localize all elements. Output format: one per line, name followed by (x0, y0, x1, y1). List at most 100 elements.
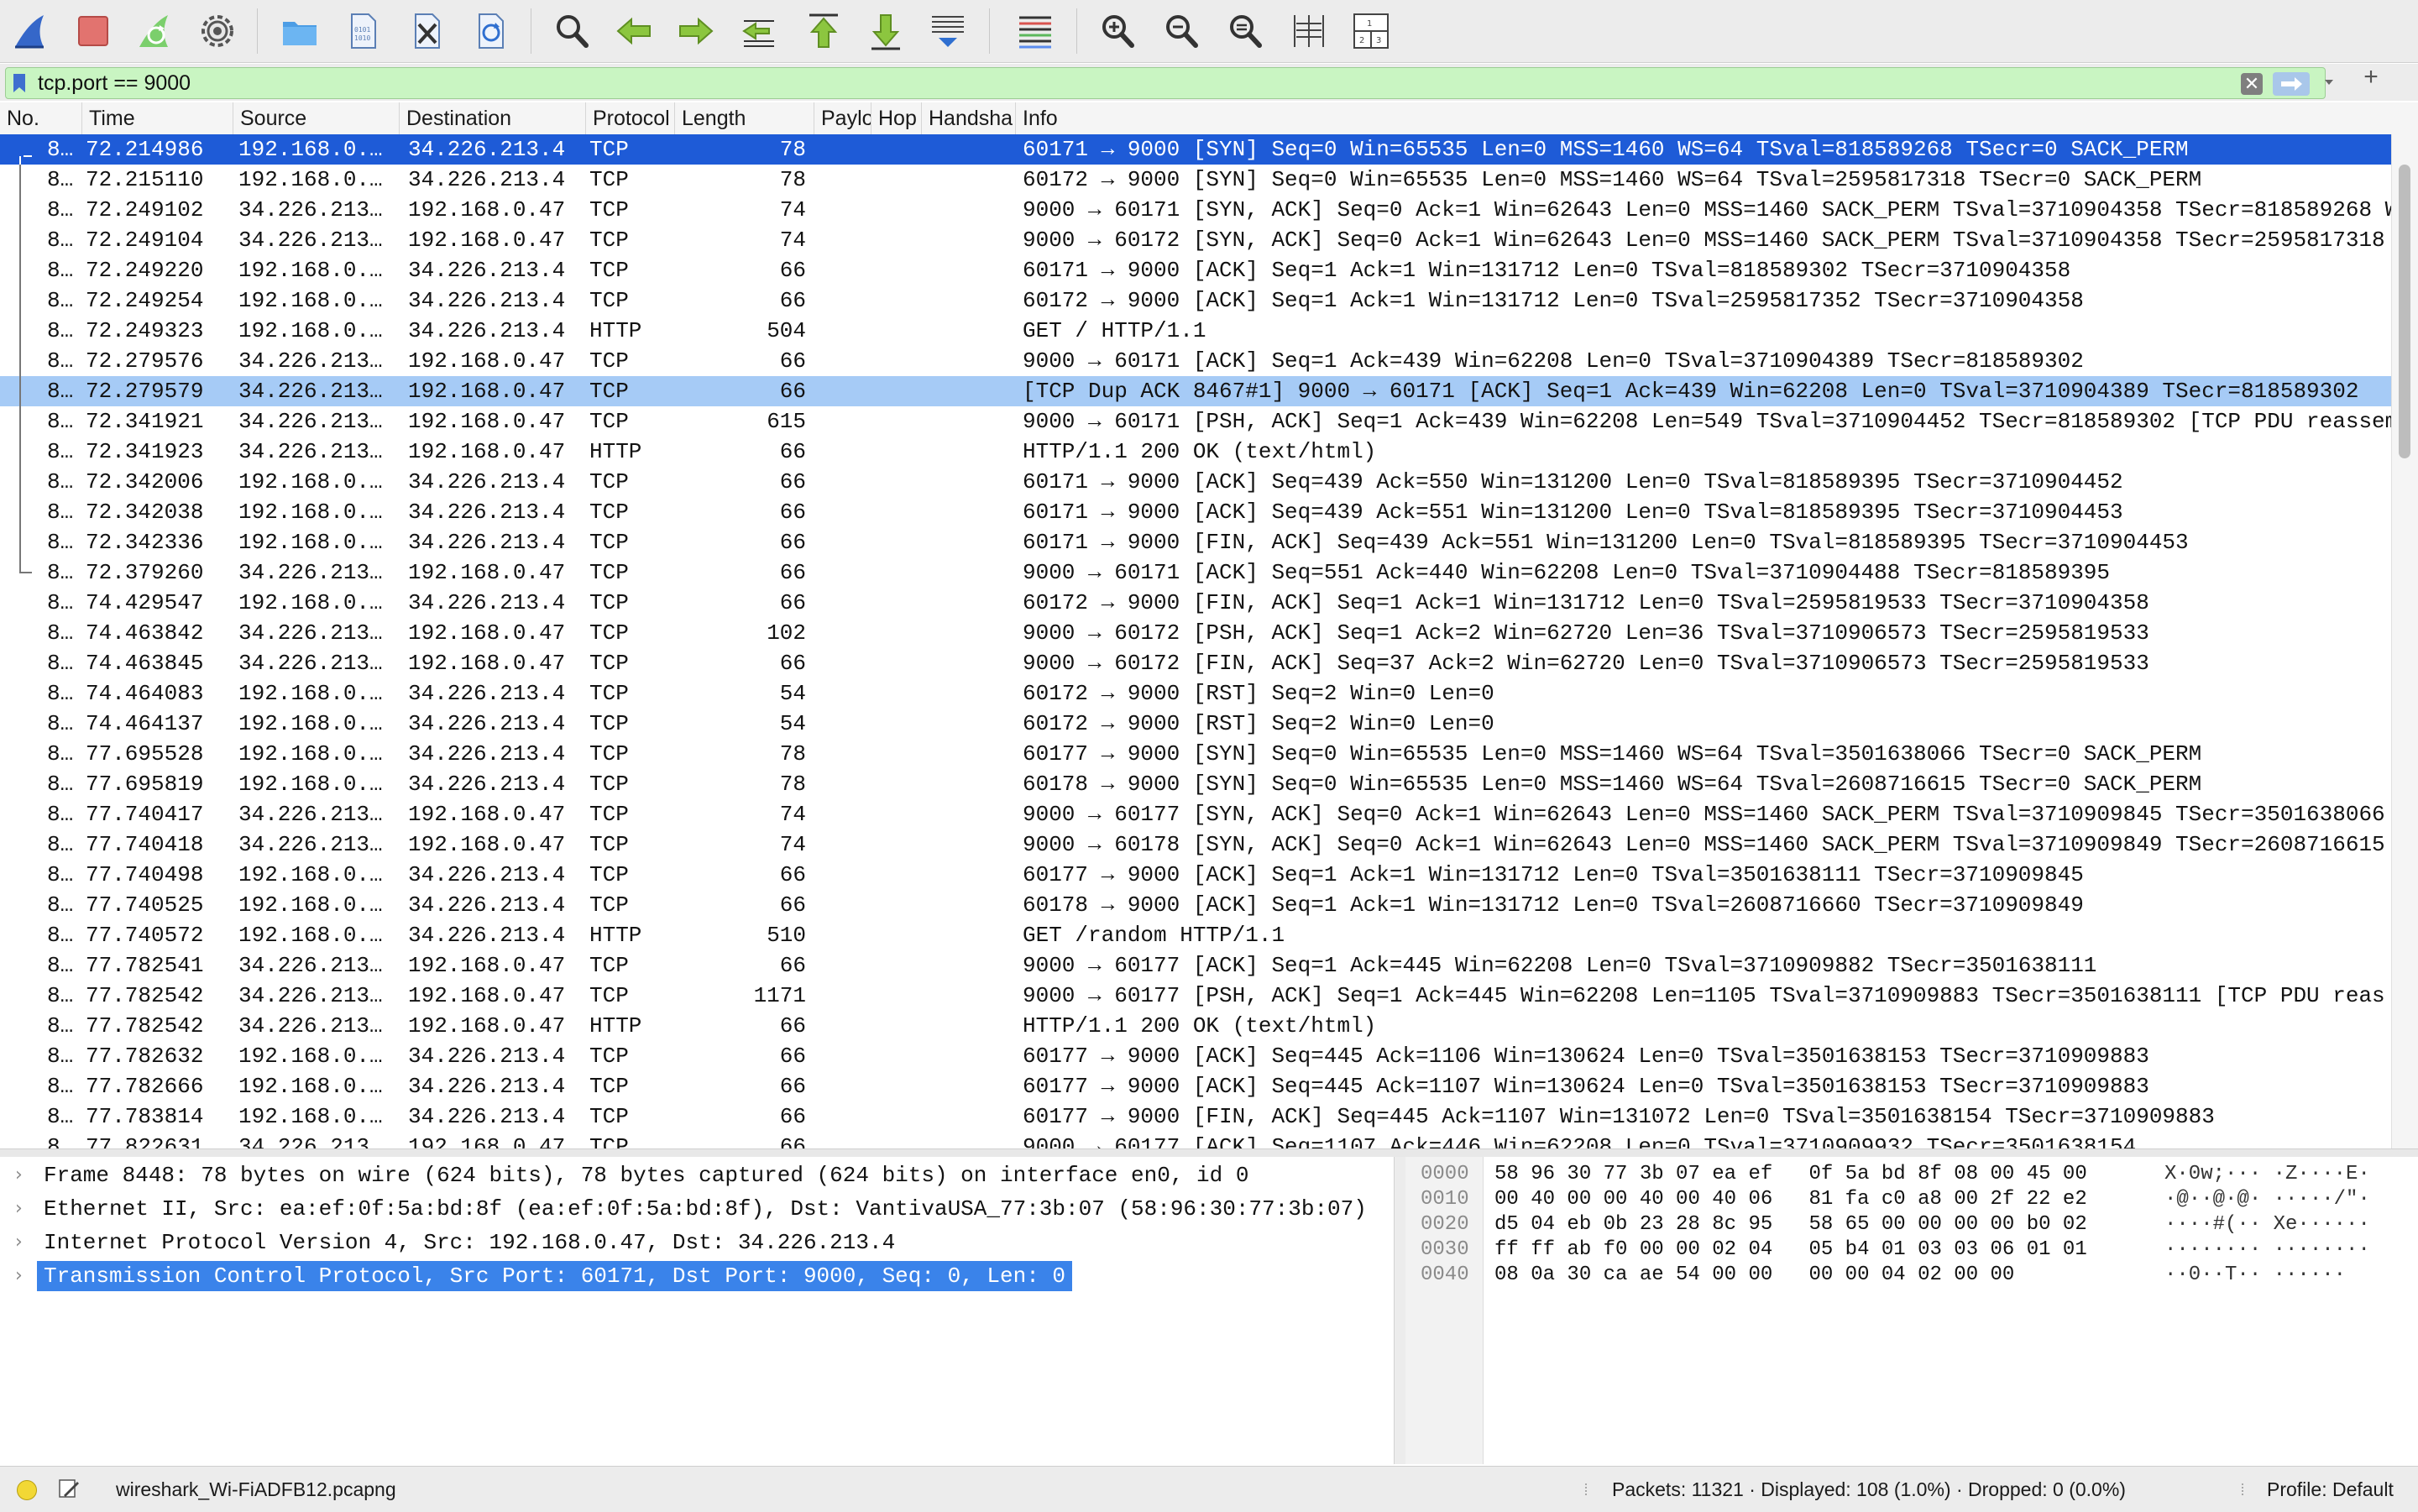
packet-source: 34.226.213… (238, 228, 383, 253)
packet-row[interactable]: 8… 77.822631 34.226.213… 192.168.0.47 TCP 66 9… (0, 1132, 2391, 1148)
chevron-right-icon[interactable]: › (15, 1261, 32, 1291)
packet-row[interactable]: 8… 72.342336 192.168.0.… 34.226.213.4 TCP 66 6… (0, 527, 2391, 557)
detail-tree-item[interactable]: › Internet Protocol Version 4, Src: 192.1… (0, 1227, 1394, 1258)
packet-row[interactable]: 8… 72.341923 34.226.213… 192.168.0.47 HTTP 66… (0, 437, 2391, 467)
packet-row[interactable]: 8… 77.740525 192.168.0.… 34.226.213.4 TCP 66 6… (0, 890, 2391, 920)
packet-row[interactable]: 8… 77.783814 192.168.0.… 34.226.213.4 TCP 66 6… (0, 1101, 2391, 1132)
chevron-right-icon[interactable]: › (15, 1194, 32, 1224)
scrollbar-thumb[interactable] (2399, 165, 2410, 458)
find-packet-button[interactable] (547, 7, 596, 55)
auto-scroll-button[interactable] (924, 7, 972, 55)
bytes-hex[interactable]: 00 40 00 00 40 00 40 06 81 fa c0 a8 00 2… (1494, 1187, 2133, 1212)
packet-row[interactable]: 8… 72.249220 192.168.0.… 34.226.213.4 TCP 66 6… (0, 255, 2391, 285)
apply-filter-button[interactable] (2273, 72, 2310, 96)
zoom-in-button[interactable] (1093, 7, 1142, 55)
go-back-button[interactable] (610, 7, 658, 55)
packet-row[interactable]: 8… 72.279576 34.226.213… 192.168.0.47 TCP 66 9… (0, 346, 2391, 376)
packet-row[interactable]: 8… 72.342038 192.168.0.… 34.226.213.4 TCP 66 6… (0, 497, 2391, 527)
packet-protocol: TCP (589, 1104, 629, 1129)
edit-comment-icon[interactable] (57, 1477, 81, 1500)
chevron-down-icon[interactable] (2323, 76, 2335, 88)
packet-row[interactable]: 8… 72.214986 192.168.0.… 34.226.213.4 TCP 78 6… (0, 134, 2391, 165)
packet-length: 78 (779, 167, 806, 192)
packet-row[interactable]: 8… 72.342006 192.168.0.… 34.226.213.4 TCP 66 6… (0, 467, 2391, 497)
go-first-button[interactable] (799, 7, 848, 55)
packet-row[interactable]: 8… 77.782542 34.226.213… 192.168.0.47 TCP 117… (0, 981, 2391, 1011)
go-forward-button[interactable] (672, 7, 720, 55)
bytes-ascii[interactable]: ··0··T·· ······ (2164, 1263, 2416, 1288)
bytes-hex[interactable]: ff ff ab f0 00 00 02 04 05 b4 01 03 03 0… (1494, 1237, 2133, 1263)
packet-row[interactable]: 8… 77.695528 192.168.0.… 34.226.213.4 TCP 78 6… (0, 739, 2391, 769)
detail-tree-item[interactable]: › Frame 8448: 78 bytes on wire (624 bits)… (0, 1160, 1394, 1190)
restart-capture-button[interactable] (131, 7, 180, 55)
packet-info: GET /random HTTP/1.1 (1023, 923, 1285, 948)
packet-row[interactable]: 8… 74.463845 34.226.213… 192.168.0.47 TCP 66 9… (0, 648, 2391, 678)
detail-tree-item[interactable]: › Ethernet II, Src: ea:ef:0f:5a:bd:8f (ea… (0, 1194, 1394, 1224)
bytes-ascii[interactable]: ········ ········ (2164, 1237, 2416, 1263)
bytes-hex[interactable]: d5 04 eb 0b 23 28 8c 95 58 65 00 00 00 0… (1494, 1212, 2133, 1237)
resize-columns-button[interactable] (1285, 7, 1333, 55)
packet-row[interactable]: 8… 72.249104 34.226.213… 192.168.0.47 TCP 74 9… (0, 225, 2391, 255)
bookmark-icon[interactable] (11, 73, 28, 93)
packet-row[interactable]: 8… 74.429547 192.168.0.… 34.226.213.4 TCP 66 6… (0, 588, 2391, 618)
display-filter-input[interactable] (38, 68, 2221, 98)
packet-row[interactable]: 8… 77.782632 192.168.0.… 34.226.213.4 TCP 66 6… (0, 1041, 2391, 1071)
column-header-hop[interactable]: Hop (871, 102, 922, 134)
column-header-info[interactable]: Info (1016, 102, 2418, 134)
packet-row[interactable]: 8… 77.782666 192.168.0.… 34.226.213.4 TCP 66 6… (0, 1071, 2391, 1101)
bytes-ascii[interactable]: ····#(·· Xe······ (2164, 1212, 2416, 1237)
go-last-button[interactable] (861, 7, 910, 55)
packet-info: 9000 → 60177 [PSH, ACK] Seq=1 Ack=445 Wi… (1023, 983, 2385, 1008)
bytes-ascii[interactable]: ·@··@·@· ·····/"· (2164, 1187, 2416, 1212)
column-header-destination[interactable]: Destination (400, 102, 586, 134)
chevron-right-icon[interactable]: › (15, 1227, 32, 1258)
go-to-packet-button[interactable] (735, 7, 784, 55)
bytes-hex[interactable]: 58 96 30 77 3b 07 ea ef 0f 5a bd 8f 08 0… (1494, 1162, 2133, 1187)
capture-options-button[interactable] (193, 7, 242, 55)
layout-button[interactable]: 12 3 (1347, 7, 1395, 55)
bytes-hex[interactable]: 08 0a 30 ca ae 54 00 00 00 00 04 02 00 0… (1494, 1263, 2133, 1288)
zoom-out-button[interactable] (1157, 7, 1206, 55)
packet-row[interactable]: 8… 77.740498 192.168.0.… 34.226.213.4 TCP 66 6… (0, 860, 2391, 890)
detail-tree-item[interactable]: › Transmission Control Protocol, Src Port… (0, 1261, 1394, 1291)
add-filter-button[interactable]: + (2361, 65, 2381, 90)
status-profile[interactable]: Profile: Default (2267, 1467, 2394, 1512)
packet-row[interactable]: 8… 77.740418 34.226.213… 192.168.0.47 TCP 74 9… (0, 829, 2391, 860)
chevron-right-icon[interactable]: › (15, 1160, 32, 1190)
open-file-button[interactable] (275, 7, 324, 55)
bytes-ascii[interactable]: X·0w;··· ·Z····E· (2164, 1162, 2416, 1187)
close-file-button[interactable] (403, 7, 452, 55)
packet-list-scrollbar[interactable] (2391, 134, 2418, 1148)
colorize-button[interactable] (1011, 7, 1060, 55)
display-filter-bar: ✕ (0, 64, 2418, 101)
zoom-normal-button[interactable] (1221, 7, 1269, 55)
packet-row[interactable]: 8… 74.464137 192.168.0.… 34.226.213.4 TCP 54 6… (0, 709, 2391, 739)
save-file-button[interactable]: 0101 1010 (339, 7, 388, 55)
start-capture-button[interactable] (7, 7, 55, 55)
reload-file-button[interactable] (467, 7, 516, 55)
packet-row[interactable]: 8… 72.249102 34.226.213… 192.168.0.47 TCP 74 9… (0, 195, 2391, 225)
clear-filter-button[interactable]: ✕ (2241, 73, 2263, 95)
column-header-protocol[interactable]: Protocol (586, 102, 675, 134)
packet-row[interactable]: 8… 77.782541 34.226.213… 192.168.0.47 TCP 66 9… (0, 950, 2391, 981)
stop-capture-button[interactable] (69, 7, 118, 55)
column-header-time[interactable]: Time (82, 102, 233, 134)
packet-row[interactable]: 8… 77.782542 34.226.213… 192.168.0.47 HTTP 66… (0, 1011, 2391, 1041)
packet-row[interactable]: 8… 72.215110 192.168.0.… 34.226.213.4 TCP 78 6… (0, 165, 2391, 195)
column-header-payload[interactable]: Paylo (814, 102, 871, 134)
packet-row[interactable]: 8… 72.249323 192.168.0.… 34.226.213.4 HTTP 50… (0, 316, 2391, 346)
packet-row[interactable]: 8… 74.463842 34.226.213… 192.168.0.47 TCP 102… (0, 618, 2391, 648)
packet-row[interactable]: 8… 74.464083 192.168.0.… 34.226.213.4 TCP 54 6… (0, 678, 2391, 709)
packet-row[interactable]: 8… 72.379260 34.226.213… 192.168.0.47 TCP 66 9… (0, 557, 2391, 588)
packet-row[interactable]: 8… 72.249254 192.168.0.… 34.226.213.4 TCP 66 6… (0, 285, 2391, 316)
packet-row[interactable]: 8… 72.341921 34.226.213… 192.168.0.47 TCP 615… (0, 406, 2391, 437)
packet-row[interactable]: 8… 77.695819 192.168.0.… 34.226.213.4 TCP 78 6… (0, 769, 2391, 799)
column-header-source[interactable]: Source (233, 102, 400, 134)
column-header-no[interactable]: No. (0, 102, 82, 134)
column-header-handshake[interactable]: Handsha (922, 102, 1016, 134)
expert-info-indicator[interactable] (17, 1480, 37, 1500)
column-header-length[interactable]: Length (675, 102, 814, 134)
packet-row[interactable]: 8… 72.279579 34.226.213… 192.168.0.47 TCP 66 [… (0, 376, 2391, 406)
packet-row[interactable]: 8… 77.740572 192.168.0.… 34.226.213.4 HTTP 51… (0, 920, 2391, 950)
packet-row[interactable]: 8… 77.740417 34.226.213… 192.168.0.47 TCP 74 9… (0, 799, 2391, 829)
